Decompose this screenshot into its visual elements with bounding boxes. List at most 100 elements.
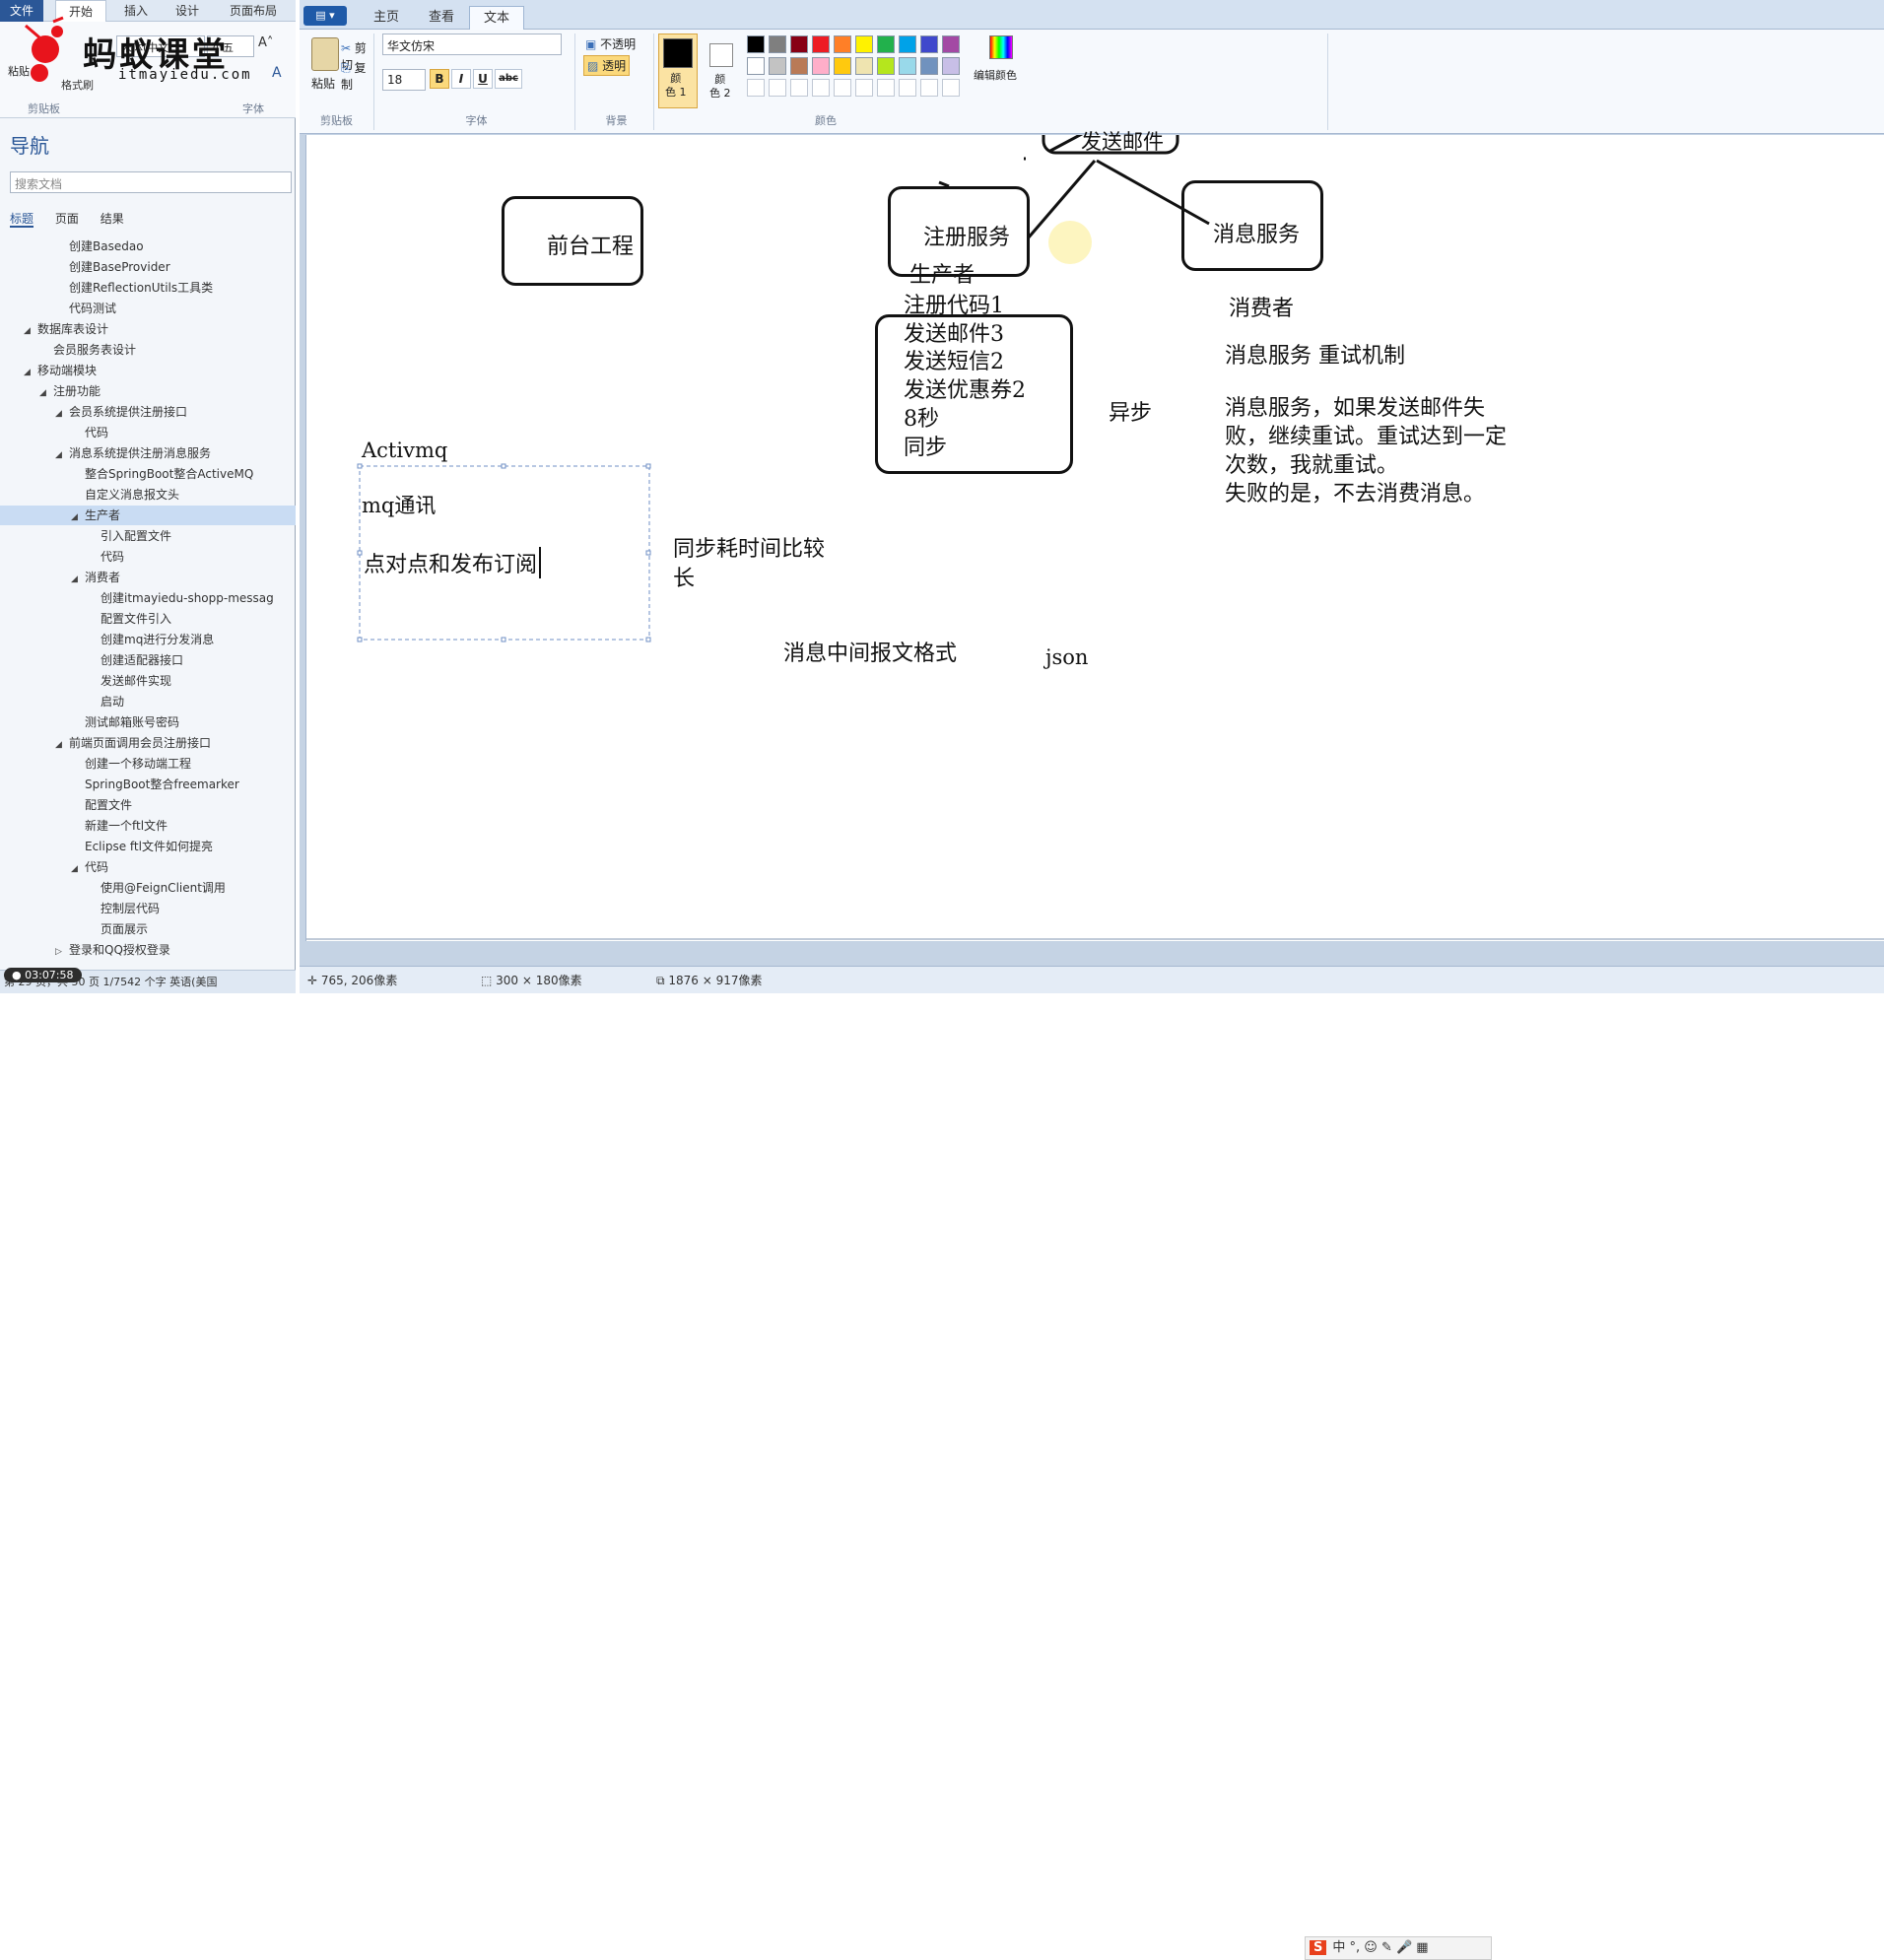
expand-arrow-icon[interactable]: ◢ xyxy=(55,445,69,465)
nav-tree-item[interactable]: ◢ 代码 xyxy=(0,857,296,877)
expand-arrow-icon[interactable]: ◢ xyxy=(24,321,37,341)
opaque-button[interactable]: ▣ 不透明 xyxy=(585,35,636,52)
nav-tab-results[interactable]: 结果 xyxy=(101,212,124,226)
nav-tree-item[interactable]: 会员服务表设计 xyxy=(0,340,296,360)
palette-swatch[interactable] xyxy=(834,35,851,53)
palette-swatch[interactable] xyxy=(877,57,895,75)
nav-tree-item[interactable]: 发送邮件实现 xyxy=(0,671,296,691)
nav-tree-item[interactable]: ◢ 消费者 xyxy=(0,568,296,587)
tab-text[interactable]: 文本 xyxy=(469,6,524,30)
nav-tree-item[interactable]: 控制层代码 xyxy=(0,899,296,918)
nav-tree-item[interactable]: ◢ 注册功能 xyxy=(0,381,296,401)
tab-home[interactable]: 主页 xyxy=(359,6,414,30)
palette-swatch[interactable] xyxy=(899,57,916,75)
nav-tree-item[interactable]: ◢ 会员系统提供注册接口 xyxy=(0,402,296,422)
palette-swatch[interactable] xyxy=(747,57,765,75)
nav-tree-item[interactable]: 代码 xyxy=(0,547,296,567)
nav-tree-item[interactable]: 使用@FeignClient调用 xyxy=(0,878,296,898)
palette-swatch[interactable] xyxy=(899,35,916,53)
nav-tree-item[interactable]: 代码 xyxy=(0,423,296,442)
palette-swatch[interactable] xyxy=(769,35,786,53)
mq-comm-label[interactable]: mq通讯 xyxy=(362,490,436,519)
ime-status[interactable]: 中 °, ☺ ✎ 🎤 ▦ xyxy=(1332,1940,1428,1955)
nav-tree-item[interactable]: 整合SpringBoot整合ActiveMQ xyxy=(0,464,296,484)
expand-arrow-icon[interactable]: ◢ xyxy=(71,570,85,589)
custom-color-slot[interactable] xyxy=(855,79,873,97)
nav-tree-item[interactable]: 自定义消息报文头 xyxy=(0,485,296,505)
palette-swatch[interactable] xyxy=(790,35,808,53)
palette-swatch[interactable] xyxy=(855,35,873,53)
nav-tree-item[interactable]: 创建mq进行分发消息 xyxy=(0,630,296,649)
expand-arrow-icon[interactable]: ◢ xyxy=(55,735,69,755)
nav-tree-item[interactable]: 配置文件 xyxy=(0,795,296,815)
nav-tree-item[interactable]: 代码测试 xyxy=(0,299,296,318)
custom-color-slot[interactable] xyxy=(834,79,851,97)
expand-arrow-icon[interactable]: ▷ xyxy=(55,942,69,962)
bold-button[interactable]: B xyxy=(430,69,449,89)
palette-swatch[interactable] xyxy=(747,35,765,53)
copy-button[interactable]: ⎘ 复制 xyxy=(341,59,373,93)
font-family-select[interactable]: 华文仿宋 xyxy=(382,34,562,55)
nav-tree-item[interactable]: 创建itmayiedu-shopp-messag xyxy=(0,588,296,608)
nav-tree-item[interactable]: 创建ReflectionUtils工具类 xyxy=(0,278,296,298)
nav-tree-item[interactable]: 页面展示 xyxy=(0,919,296,939)
expand-arrow-icon[interactable]: ◢ xyxy=(39,383,53,403)
italic-button[interactable]: I xyxy=(451,69,471,89)
strikethrough-button[interactable]: abc xyxy=(495,69,522,89)
nav-tab-pages[interactable]: 页面 xyxy=(55,212,79,226)
custom-color-slot[interactable] xyxy=(920,79,938,97)
nav-tab-headings[interactable]: 标题 xyxy=(10,212,34,228)
custom-color-slot[interactable] xyxy=(877,79,895,97)
palette-swatch[interactable] xyxy=(920,57,938,75)
font-size-select[interactable]: 18 xyxy=(382,69,426,91)
paint-canvas[interactable]: 发送邮件 前台工程 注册服务 生产者 I 消息服务 消费者 注册代码1 发送邮件3… xyxy=(305,130,1884,941)
nav-tree-item[interactable]: ◢ 数据库表设计 xyxy=(0,319,296,339)
nav-tree-item[interactable]: ◢ 移动端模块 xyxy=(0,361,296,380)
nav-tree-item[interactable]: Eclipse ftl文件如何提亮 xyxy=(0,837,296,856)
sogou-icon[interactable]: S xyxy=(1310,1940,1327,1955)
nav-tree-item[interactable]: ◢ 生产者 xyxy=(0,506,296,525)
custom-color-slot[interactable] xyxy=(942,79,960,97)
palette-swatch[interactable] xyxy=(769,57,786,75)
expand-arrow-icon[interactable]: ◢ xyxy=(55,404,69,424)
nav-tree-item[interactable]: 引入配置文件 xyxy=(0,526,296,546)
edit-colors-button[interactable]: 编辑颜色 xyxy=(974,35,1027,82)
palette-swatch[interactable] xyxy=(812,35,830,53)
custom-color-slot[interactable] xyxy=(790,79,808,97)
nav-tree-item[interactable]: ◢ 消息系统提供注册消息服务 xyxy=(0,443,296,463)
palette-swatch[interactable] xyxy=(942,57,960,75)
nav-tree-item[interactable]: 创建适配器接口 xyxy=(0,650,296,670)
nav-tree-item[interactable]: 新建一个ftl文件 xyxy=(0,816,296,836)
nav-tree-item[interactable]: 创建一个移动端工程 xyxy=(0,754,296,774)
nav-search-input[interactable]: 搜索文档 xyxy=(10,171,292,193)
nav-tree-item[interactable]: ◢ 前端页面调用会员注册接口 xyxy=(0,733,296,753)
p2p-pubsub-label[interactable]: 点对点和发布订阅 xyxy=(364,547,542,578)
paint-menu-button[interactable]: ▤ ▾ xyxy=(303,6,347,26)
color2-button[interactable]: 颜 色 2 xyxy=(702,34,741,108)
ime-toolbar[interactable]: S 中 °, ☺ ✎ 🎤 ▦ xyxy=(1305,1936,1492,1960)
paste-button[interactable]: 粘贴 xyxy=(311,75,335,92)
palette-swatch[interactable] xyxy=(877,35,895,53)
expand-arrow-icon[interactable]: ◢ xyxy=(24,363,37,382)
expand-arrow-icon[interactable]: ◢ xyxy=(71,507,85,527)
tab-view[interactable]: 查看 xyxy=(414,6,469,30)
palette-swatch[interactable] xyxy=(855,57,873,75)
nav-tree-item[interactable]: 配置文件引入 xyxy=(0,609,296,629)
nav-tree-item[interactable]: 创建Basedao xyxy=(0,237,296,256)
nav-tree-item[interactable]: 测试邮箱账号密码 xyxy=(0,712,296,732)
palette-swatch[interactable] xyxy=(942,35,960,53)
nav-tree-item[interactable]: 启动 xyxy=(0,692,296,711)
nav-tree-item[interactable]: 创建BaseProvider xyxy=(0,257,296,277)
custom-color-slot[interactable] xyxy=(812,79,830,97)
nav-tree-item[interactable]: SpringBoot整合freemarker xyxy=(0,775,296,794)
nav-tree-item[interactable]: ▷ 登录和QQ授权登录 xyxy=(0,940,296,960)
paste-icon[interactable] xyxy=(311,37,339,71)
expand-arrow-icon[interactable]: ◢ xyxy=(71,859,85,879)
custom-color-slot[interactable] xyxy=(769,79,786,97)
custom-color-slot[interactable] xyxy=(899,79,916,97)
custom-color-slot[interactable] xyxy=(747,79,765,97)
color1-button[interactable]: 颜 色 1 xyxy=(658,34,698,108)
underline-button[interactable]: U xyxy=(473,69,493,89)
palette-swatch[interactable] xyxy=(834,57,851,75)
palette-swatch[interactable] xyxy=(790,57,808,75)
